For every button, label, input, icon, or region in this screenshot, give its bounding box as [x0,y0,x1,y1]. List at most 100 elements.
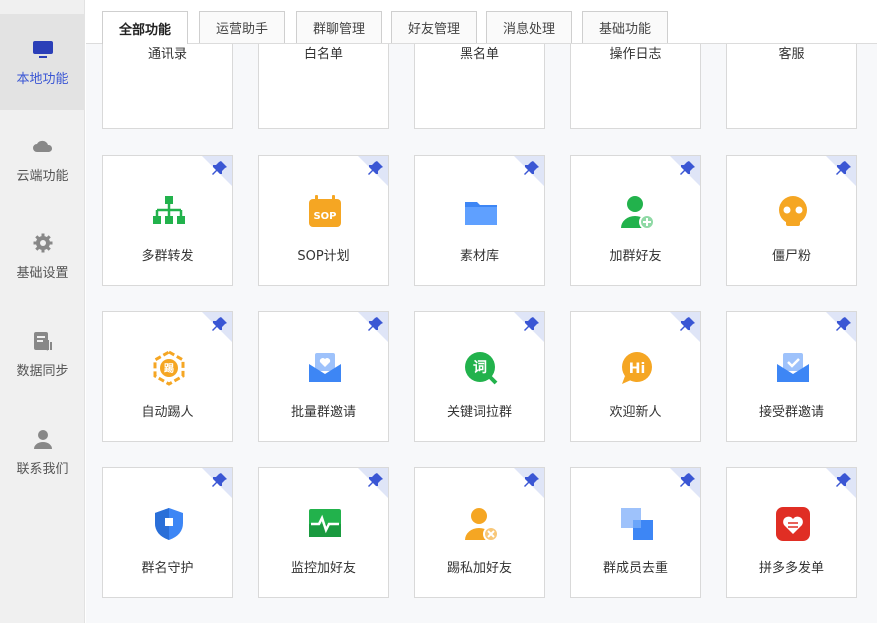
feature-label: 拼多多发单 [758,561,824,576]
feature-card-service[interactable]: 客服 [726,44,857,129]
sidebar-item-sync[interactable]: 数据同步 [0,306,85,402]
feature-card-group-name-guard[interactable]: 群名守护 [102,467,233,598]
sidebar-item-cloud[interactable]: 云端功能 [0,111,85,207]
cloud-icon [32,140,52,152]
feature-label: 自动踢人 [141,405,194,420]
feature-label: SOP计划 [297,249,350,264]
feature-card-monitor-friends[interactable]: 监控加好友 [258,467,389,598]
pin-icon[interactable] [358,312,388,342]
svg-text:踢: 踢 [164,363,174,375]
svg-text:词: 词 [473,360,487,376]
pin-icon[interactable] [202,156,232,186]
sidebar-item-local[interactable]: 本地功能 [0,14,85,110]
pin-icon[interactable] [514,312,544,342]
skull-icon [779,196,807,226]
pin-icon[interactable] [826,312,856,342]
pin-icon[interactable] [670,312,700,342]
app-window: 本地功能 云端功能 基础设置 数据同步 联系我们 全部功能 运营助手 群聊管理 … [0,0,877,623]
accept-mail-icon [777,353,809,382]
sidebar-item-label: 数据同步 [16,363,69,379]
sidebar-item-label: 本地功能 [16,71,69,87]
pinduoduo-icon [776,507,810,541]
feature-card-welcome[interactable]: Hi 欢迎新人 [570,311,701,442]
hierarchy-icon [153,196,185,224]
feature-card-multi-forward[interactable]: 多群转发 [102,155,233,286]
keyword-icon: 词 [465,352,498,385]
feature-card-accept-invite[interactable]: 接受群邀请 [726,311,857,442]
tab-group-chat[interactable]: 群聊管理 [296,11,382,43]
feature-card-group-friends[interactable]: 加群好友 [570,155,701,286]
sop-calendar-icon: SOP [309,195,341,227]
sidebar-item-settings[interactable]: 基础设置 [0,208,85,304]
tab-friends[interactable]: 好友管理 [391,11,477,43]
feature-card-zombie[interactable]: 僵尸粉 [726,155,857,286]
feature-label: 关键词拉群 [446,405,512,420]
sidebar-item-label: 联系我们 [16,461,69,477]
sync-document-icon [33,331,52,351]
tab-bar: 全部功能 运营助手 群聊管理 好友管理 消息处理 基础功能 [86,0,877,45]
feature-card-dedupe[interactable]: 群成员去重 [570,467,701,598]
feature-label: 监控加好友 [290,561,356,576]
pin-icon[interactable] [826,468,856,498]
pin-icon[interactable] [670,156,700,186]
folder-icon [465,202,497,225]
pin-icon[interactable] [202,312,232,342]
feature-card-whitelist[interactable]: 白名单 [258,44,389,129]
svg-text:SOP: SOP [313,211,336,222]
feature-card-batch-invite[interactable]: 批量群邀请 [258,311,389,442]
svg-text:Hi: Hi [629,361,646,377]
feature-card-auto-kick[interactable]: 踢 自动踢人 [102,311,233,442]
monitor-pulse-icon [309,509,341,537]
feature-label: 群成员去重 [602,561,668,576]
feature-label: 批量群邀请 [290,405,356,420]
feature-card-keyword-group[interactable]: 词 关键词拉群 [414,311,545,442]
feature-label: 白名单 [303,47,343,62]
user-remove-icon [465,508,499,542]
user-add-icon [621,196,655,230]
tab-basic[interactable]: 基础功能 [582,11,668,43]
pin-icon[interactable] [826,156,856,186]
feature-label: 多群转发 [141,249,194,264]
hi-bubble-icon: Hi [622,352,652,384]
monitor-icon [32,40,53,58]
feature-card-pinduoduo[interactable]: 拼多多发单 [726,467,857,598]
feature-label: 欢迎新人 [609,405,662,420]
user-icon [33,429,52,449]
pin-icon[interactable] [202,468,232,498]
feature-card-blacklist[interactable]: 黑名单 [414,44,545,129]
feature-label: 踢私加好友 [446,561,512,576]
feature-label: 加群好友 [609,249,662,264]
feature-label: 素材库 [459,249,499,264]
pin-icon[interactable] [514,156,544,186]
feature-grid: 通讯录 白名单 黑名单 操作日志 客服 多群转发 SOP SOP计划 素材库 加… [86,44,877,623]
sidebar: 本地功能 云端功能 基础设置 数据同步 联系我们 [0,0,85,623]
shield-icon [155,508,183,540]
tab-messages[interactable]: 消息处理 [486,11,572,43]
gear-icon [33,233,52,252]
feature-label: 操作日志 [609,47,662,62]
feature-card-kick-private[interactable]: 踢私加好友 [414,467,545,598]
feature-label: 僵尸粉 [771,249,811,264]
dedupe-icon [621,508,653,540]
feature-label: 黑名单 [459,47,499,62]
tab-all[interactable]: 全部功能 [102,11,188,45]
feature-card-oplog[interactable]: 操作日志 [570,44,701,129]
feature-label: 群名守护 [141,561,194,576]
pin-icon[interactable] [358,468,388,498]
feature-card-contacts[interactable]: 通讯录 [102,44,233,129]
tab-operations[interactable]: 运营助手 [199,11,285,43]
sidebar-item-label: 基础设置 [16,265,69,281]
feature-card-sop[interactable]: SOP SOP计划 [258,155,389,286]
feature-label: 客服 [778,47,805,62]
pin-icon[interactable] [670,468,700,498]
auto-kick-icon: 踢 [153,350,185,386]
feature-label: 接受群邀请 [758,405,824,420]
main-panel: 全部功能 运营助手 群聊管理 好友管理 消息处理 基础功能 通讯录 白名单 黑名… [86,0,877,623]
sidebar-item-label: 云端功能 [16,168,69,184]
heart-mail-icon [309,353,341,382]
feature-label: 通讯录 [147,47,187,62]
sidebar-item-contact[interactable]: 联系我们 [0,404,85,500]
feature-card-material[interactable]: 素材库 [414,155,545,286]
pin-icon[interactable] [358,156,388,186]
pin-icon[interactable] [514,468,544,498]
